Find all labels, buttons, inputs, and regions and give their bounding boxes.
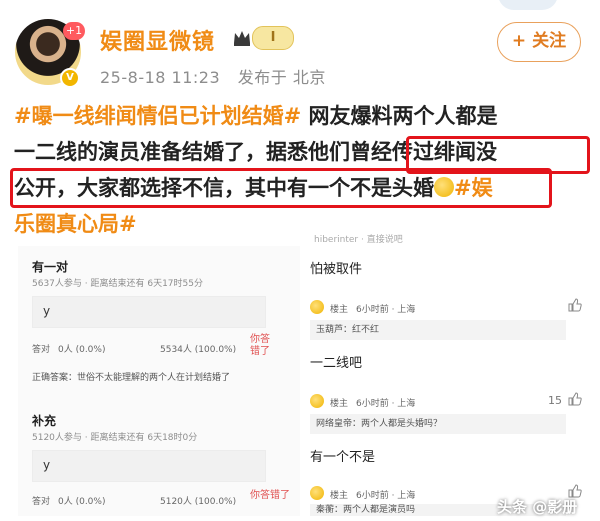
post-text: 一二线的演员准备结婚了，据悉他们 (14, 140, 350, 164)
poll-option-label: y (43, 304, 51, 318)
comment-reply: 玉葫芦：红不红 (310, 320, 566, 340)
poll-title: 有一对 (32, 260, 69, 274)
poll-answered-count: 0人 (0.0%) (58, 345, 106, 355)
poll-total-count: 5534人 (100.0%) (160, 345, 237, 355)
user-avatar-icon (310, 394, 324, 408)
poll-answered-label: 答对 (32, 345, 51, 355)
comment-reply: 网络皇帝：两个人都是头婚吗？ (310, 414, 566, 434)
post-meta: 25-8-18 11:23 发布于 北京 (100, 64, 326, 88)
comment-text: 有一个不是 (310, 450, 376, 465)
poll-option[interactable]: y (32, 296, 266, 328)
poll-correct-answer: 正确答案：世俗不太能理解的两个人在计划结婚了 (32, 373, 231, 383)
hashtag-topic-2-cont[interactable]: 乐圈真心局# (14, 212, 137, 236)
hashtag-topic[interactable]: #曝一线绯闻情侣已计划结婚# (14, 104, 301, 128)
comment-user[interactable]: 楼主 (330, 488, 348, 501)
avatar-badge: +1 (63, 22, 85, 40)
user-avatar-icon (310, 486, 324, 500)
post-text: 网友爆料两个人都是 (301, 104, 498, 128)
poll-answered-label: 答对 (32, 497, 51, 507)
post-location: 发布于 北京 (237, 68, 326, 87)
poll-meta: 5637人参与 · 距离结束还有 6天17时55分 (32, 279, 203, 289)
poll-answered-count: 0人 (0.0%) (58, 497, 106, 507)
comment-time: 6小时前 · 上海 (356, 399, 416, 409)
highlight-box (10, 168, 552, 208)
poll-total-count: 5120人 (100.0%) (160, 497, 237, 507)
poll-meta: 5120人参与 · 距离结束还有 6天18时0分 (32, 433, 198, 443)
user-avatar-icon (310, 300, 324, 314)
comment-faded: hiberinter · 直接说吧 (314, 235, 403, 245)
comments-card: hiberinter · 直接说吧 怕被取件 楼主 6小时前 · 上海 玉葫芦：… (306, 232, 592, 516)
comment-user[interactable]: 楼主 (330, 396, 348, 409)
comment-time: 6小时前 · 上海 (356, 491, 416, 501)
post-line-1: #曝一线绯闻情侣已计划结婚# 网友爆料两个人都是 (14, 98, 594, 134)
poll-title: 补充 (32, 414, 57, 428)
like-count: 15 (548, 394, 562, 407)
watermark: 头条 @影册 (497, 498, 578, 516)
poll-wrong-label: 你答错了 (250, 490, 290, 501)
user-name[interactable]: 娱圈显微镜 (100, 24, 215, 56)
poll-wrong-label: 你答错了 (250, 334, 270, 357)
top-decoration (498, 0, 558, 10)
comment-time: 6小时前 · 上海 (356, 305, 416, 315)
comment-user[interactable]: 楼主 (330, 302, 348, 315)
crown-icon (234, 31, 250, 46)
poll-option-label: y (43, 458, 51, 472)
verified-icon: V (60, 68, 80, 88)
post-time: 25-8-18 11:23 (100, 68, 221, 87)
like-icon[interactable] (568, 392, 582, 406)
follow-button[interactable]: + 关注 (497, 22, 581, 62)
comment-text: 一二线吧 (310, 356, 363, 371)
comment-text: 怕被取件 (310, 262, 363, 277)
poll-option[interactable]: y (32, 450, 266, 482)
like-icon[interactable] (568, 298, 582, 312)
vip-level-badge: I (252, 26, 294, 50)
poll-card: 有一对 5637人参与 · 距离结束还有 6天17时55分 y 答对 0人 (0… (18, 246, 300, 516)
